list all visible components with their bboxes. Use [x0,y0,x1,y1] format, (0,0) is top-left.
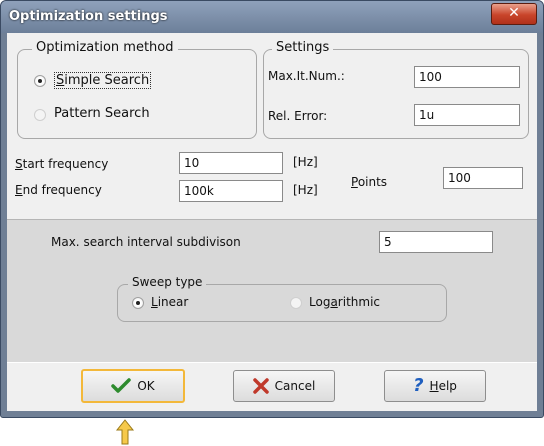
settings-group: Settings Max.It.Num.: 100 Rel. Error: 1u [263,40,529,139]
max-it-num-label: Max.It.Num.: [268,69,345,83]
end-frequency-field[interactable]: 100k [179,180,283,202]
help-button[interactable]: ? Help [384,370,486,402]
ok-button[interactable]: OK [81,369,185,403]
close-icon: ✕ [508,5,520,21]
start-frequency-label: Start frequency [15,157,109,171]
arrow-up-icon [115,419,135,445]
linear-label[interactable]: Linear [151,295,188,309]
dialog-window: Optimization settings ✕ Optimization met… [0,0,544,418]
check-icon [111,378,132,393]
start-frequency-unit: [Hz] [293,155,318,169]
optimization-method-legend: Optimization method [32,40,178,55]
linear-radio[interactable] [132,297,144,309]
title-bar[interactable]: Optimization settings ✕ [1,1,543,33]
ok-label: OK [137,379,155,393]
subdivision-field[interactable]: 5 [379,231,493,253]
start-frequency-field[interactable]: 10 [179,152,283,174]
x-icon [252,378,269,394]
simple-search-label[interactable]: Simple Search [54,72,152,89]
close-button[interactable]: ✕ [491,3,537,25]
pattern-search-radio[interactable] [34,109,46,121]
window-title: Optimization settings [9,9,168,24]
cancel-button[interactable]: Cancel [233,370,335,402]
sweep-type-group: Sweep type Linear Logarithmic [117,275,447,322]
logarithmic-label[interactable]: Logarithmic [309,295,380,309]
question-icon: ? [413,375,424,396]
dialog-client-area: Optimization method Simple Search Patter… [7,33,537,411]
end-frequency-unit: [Hz] [293,183,318,197]
optimization-method-group: Optimization method Simple Search Patter… [17,40,257,139]
logarithmic-radio[interactable] [290,297,302,309]
rel-error-field[interactable]: 1u [414,104,520,126]
simple-search-radio[interactable] [34,75,46,87]
cancel-label: Cancel [274,379,316,393]
help-label: Help [429,379,457,393]
pattern-search-label[interactable]: Pattern Search [54,106,150,121]
settings-legend: Settings [272,40,334,55]
subdivision-label: Max. search interval subdivison [51,235,241,249]
max-it-num-field[interactable]: 100 [414,66,520,88]
rel-error-label: Rel. Error: [268,109,328,123]
points-field[interactable]: 100 [443,167,523,189]
sweep-type-legend: Sweep type [128,275,207,289]
end-frequency-label: End frequency [15,183,102,197]
points-label: Points [351,175,388,189]
subdivision-panel: Max. search interval subdivison 5 Sweep … [7,219,537,363]
